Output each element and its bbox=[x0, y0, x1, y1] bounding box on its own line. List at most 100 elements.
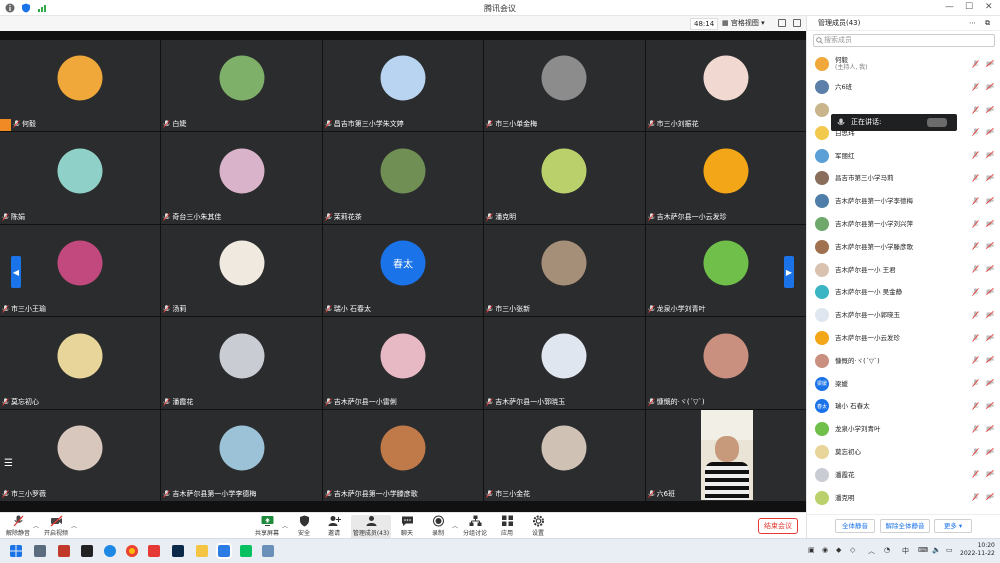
participant-tile[interactable]: 奇台三小朱其佳 bbox=[161, 132, 322, 224]
camera-off-icon[interactable] bbox=[986, 287, 994, 295]
member-row[interactable]: 昌吉市第三小学马莉 bbox=[807, 167, 1000, 190]
camera-off-icon[interactable] bbox=[986, 424, 994, 432]
participant-tile[interactable]: 吉木萨尔县第一小学李德梅 bbox=[161, 409, 322, 501]
edge-browser-icon[interactable] bbox=[104, 545, 116, 557]
keyboard-icon[interactable]: ⌨ bbox=[918, 546, 928, 554]
wechat-icon[interactable] bbox=[240, 545, 252, 557]
camera-off-icon[interactable] bbox=[986, 219, 994, 227]
fullscreen-icon[interactable] bbox=[778, 19, 786, 27]
participant-tile[interactable]: 茉莉花茶 bbox=[322, 132, 484, 224]
mic-muted-icon[interactable] bbox=[972, 83, 979, 91]
mic-muted-icon[interactable] bbox=[972, 105, 979, 114]
ime-indicator[interactable]: 中 bbox=[902, 546, 909, 556]
participant-tile[interactable]: 慷慨的·ヾ(ˊ▽ˋ) bbox=[645, 317, 806, 409]
tray-app-icon[interactable]: ◇ bbox=[850, 546, 855, 554]
apps-button[interactable]: 应用 bbox=[496, 515, 518, 539]
more-options-icon[interactable]: ⋯ bbox=[969, 16, 976, 31]
tray-app-icon[interactable]: ◉ bbox=[822, 546, 828, 554]
member-row[interactable]: 梁媛 梁媛 bbox=[807, 372, 1000, 395]
minimize-icon[interactable]: — bbox=[945, 2, 954, 12]
speaker-icon[interactable]: 🔈 bbox=[932, 546, 941, 554]
chat-button[interactable]: 聊天 bbox=[396, 515, 418, 539]
mic-muted-icon[interactable] bbox=[972, 447, 979, 456]
camera-off-icon[interactable] bbox=[986, 379, 994, 387]
layout-list-icon[interactable]: ☰ bbox=[4, 458, 18, 472]
widgets-icon[interactable] bbox=[34, 545, 46, 557]
start-video-button[interactable]: 开启视频 bbox=[42, 515, 70, 539]
member-row[interactable]: 吉木萨尔县第一小学滕彦歌 bbox=[807, 235, 1000, 258]
member-row[interactable]: 慷慨的·ヾ(ˊ▽ˋ) bbox=[807, 349, 1000, 372]
mic-muted-icon[interactable] bbox=[972, 424, 979, 433]
member-row[interactable]: 春太 瑞小 石春太 bbox=[807, 395, 1000, 418]
mic-muted-icon[interactable] bbox=[972, 470, 979, 479]
next-page-button[interactable]: ▶ bbox=[784, 256, 794, 288]
camera-off-icon[interactable] bbox=[986, 447, 994, 455]
mic-muted-icon[interactable] bbox=[972, 379, 979, 387]
participant-tile[interactable]: 市三小单金梅 bbox=[484, 40, 645, 132]
participant-tile[interactable]: 潘克明 bbox=[484, 132, 645, 224]
record-button[interactable]: 录制 bbox=[427, 515, 449, 539]
camera-off-icon[interactable] bbox=[986, 356, 994, 364]
member-row[interactable]: 吉木萨尔县一小 吴金静 bbox=[807, 281, 1000, 304]
member-row[interactable]: 军丽红 bbox=[807, 144, 1000, 167]
prev-page-button[interactable]: ◀ bbox=[11, 256, 21, 288]
breakout-rooms-button[interactable]: 分组讨论 bbox=[462, 515, 488, 539]
camera-off-icon[interactable] bbox=[986, 128, 994, 136]
member-row[interactable]: 吉木萨尔县一小 王君 bbox=[807, 258, 1000, 281]
mic-muted-icon[interactable] bbox=[972, 60, 979, 68]
mic-muted-icon[interactable] bbox=[972, 310, 979, 319]
member-row[interactable]: 潘霞花 bbox=[807, 463, 1000, 486]
share-screen-button[interactable]: 共享屏幕 bbox=[253, 515, 281, 539]
member-row[interactable]: 潘克明 bbox=[807, 486, 1000, 509]
camera-off-icon[interactable] bbox=[986, 401, 994, 409]
mic-muted-icon[interactable] bbox=[972, 242, 979, 251]
participant-tile[interactable]: 吉木萨尔县一小雷俐 bbox=[322, 317, 484, 409]
mic-muted-icon[interactable] bbox=[972, 196, 979, 205]
member-row[interactable]: 何毅 (主持人, 我) bbox=[807, 53, 1000, 76]
tray-app-icon[interactable]: ▣ bbox=[808, 546, 815, 554]
participant-tile[interactable]: 吉木萨尔县一小云发珍 bbox=[645, 132, 806, 224]
terminal-icon[interactable] bbox=[81, 545, 93, 557]
tencent-meeting-icon[interactable] bbox=[216, 543, 232, 559]
windows-start-icon[interactable] bbox=[10, 545, 22, 557]
mic-muted-icon[interactable] bbox=[972, 219, 979, 228]
member-row[interactable]: 六6班 bbox=[807, 76, 1000, 99]
chevron-up-icon[interactable]: ︿ bbox=[71, 521, 77, 530]
member-row[interactable]: 吉木萨尔县第一小学刘兴萍 bbox=[807, 213, 1000, 236]
camera-off-icon[interactable] bbox=[986, 333, 994, 341]
view-switch-button[interactable]: ▦ 宫格视图 ▾ bbox=[722, 18, 765, 28]
participant-tile[interactable]: 六6班 bbox=[645, 409, 806, 501]
camera-off-icon[interactable] bbox=[986, 265, 994, 273]
unmute-all-button[interactable]: 解除全体静音 bbox=[880, 519, 930, 533]
camera-off-icon[interactable] bbox=[986, 242, 994, 250]
invite-button[interactable]: 邀请 bbox=[322, 515, 346, 539]
chevron-up-icon[interactable]: ︿ bbox=[452, 521, 458, 530]
participant-tile[interactable]: 市三小王瑜 bbox=[0, 224, 161, 317]
mic-muted-icon[interactable] bbox=[972, 174, 979, 182]
security-button[interactable]: 安全 bbox=[292, 515, 316, 539]
participant-tile[interactable]: 市三小刘振花 bbox=[645, 40, 806, 132]
camera-off-icon[interactable] bbox=[986, 310, 994, 318]
chevron-up-icon[interactable]: ︿ bbox=[33, 521, 39, 530]
participant-tile[interactable]: 汤莉 bbox=[161, 224, 322, 317]
camera-off-icon[interactable] bbox=[986, 60, 994, 67]
mute-all-button[interactable]: 全体静音 bbox=[835, 519, 875, 533]
member-search-input[interactable]: 搜索成员 bbox=[813, 34, 995, 47]
mic-muted-icon[interactable] bbox=[972, 151, 979, 159]
snipping-tool-icon[interactable] bbox=[58, 545, 70, 557]
battery-icon[interactable]: ▭ bbox=[946, 546, 953, 554]
participant-tile[interactable]: 潘霞花 bbox=[161, 317, 322, 409]
mic-muted-icon[interactable] bbox=[972, 288, 979, 296]
mic-muted-icon[interactable] bbox=[972, 128, 979, 137]
camera-off-icon[interactable] bbox=[986, 151, 994, 159]
member-row[interactable]: 吉木萨尔县一小云发珍 bbox=[807, 327, 1000, 350]
participant-tile[interactable]: 市三小罗薇 bbox=[0, 409, 161, 501]
mic-muted-icon[interactable] bbox=[972, 493, 979, 501]
more-button[interactable]: 更多 ▾ bbox=[934, 519, 972, 533]
participant-tile[interactable]: 莫忘初心 bbox=[0, 317, 161, 409]
participant-tile[interactable]: 龙泉小学刘青叶 bbox=[645, 224, 806, 317]
chevron-up-icon[interactable]: ︿ bbox=[868, 546, 875, 556]
participant-tile[interactable]: 吉木萨尔县一小郭晓玉 bbox=[484, 317, 645, 409]
pop-out-icon[interactable]: ⧉ bbox=[985, 16, 990, 31]
system-clock[interactable]: 10:20 2022-11-22 bbox=[960, 542, 995, 558]
